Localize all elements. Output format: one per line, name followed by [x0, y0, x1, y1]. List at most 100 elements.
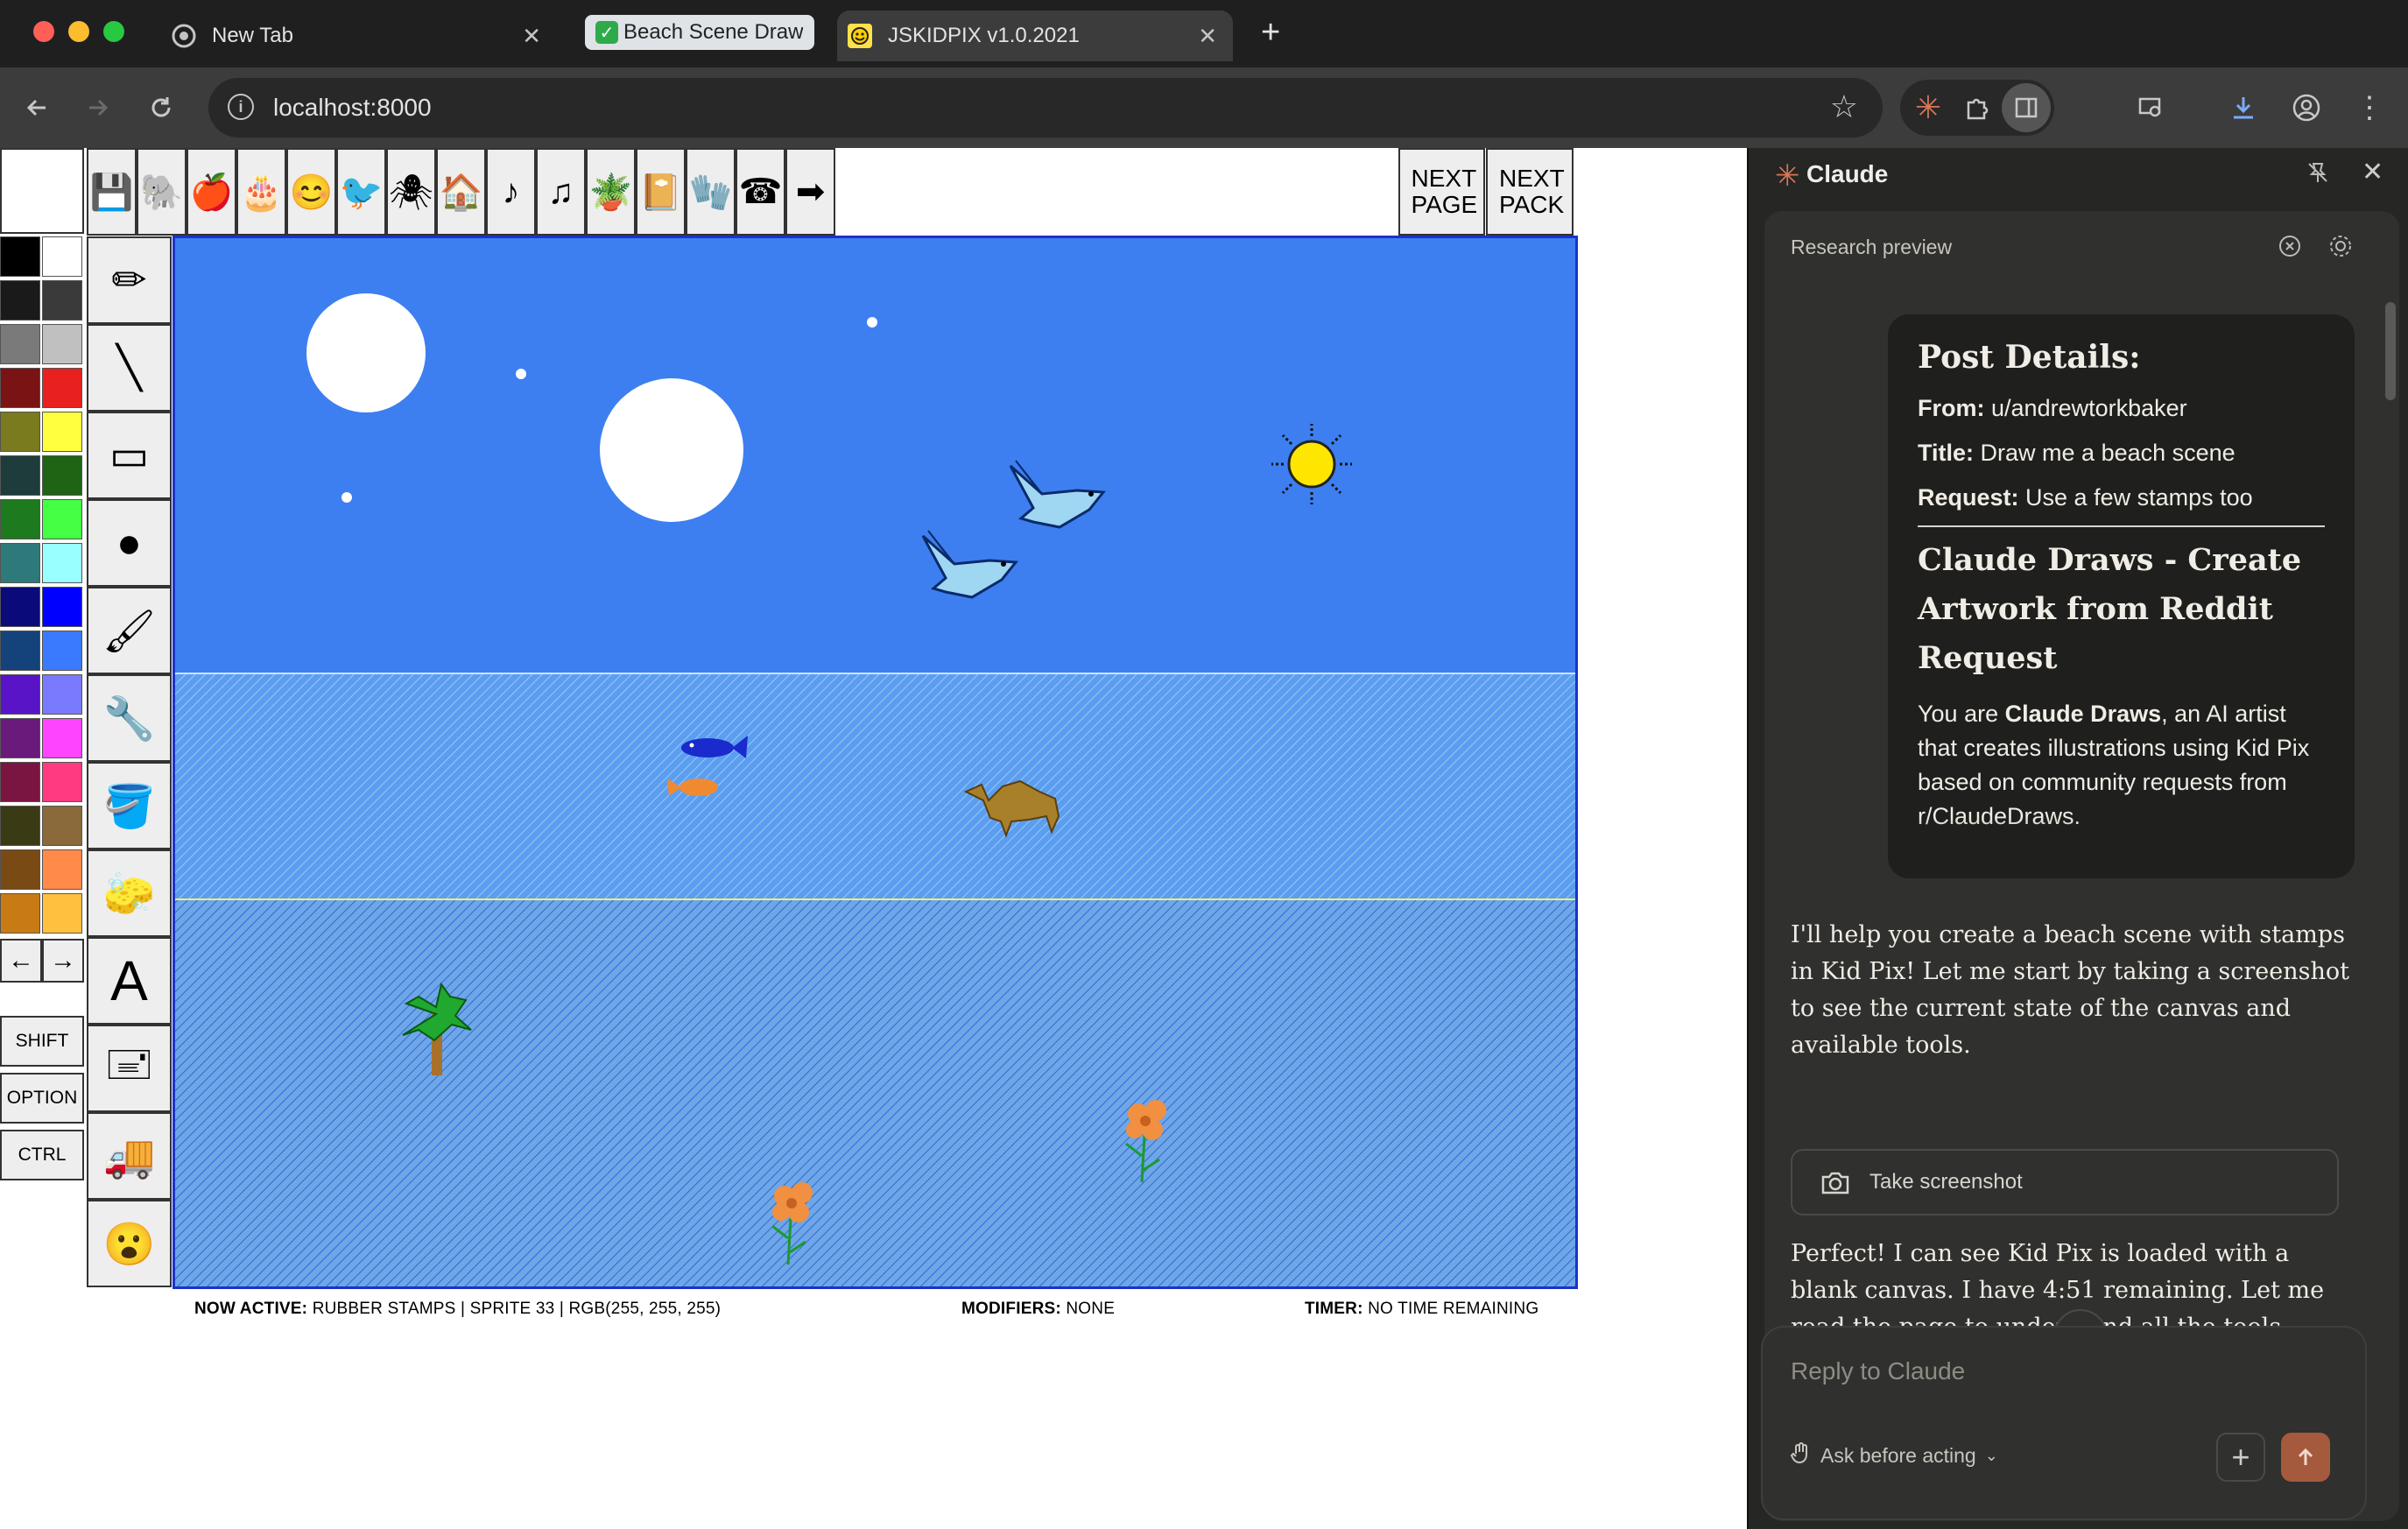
close-tab-icon[interactable]: ✕: [1198, 23, 1217, 50]
color-swatch[interactable]: [42, 543, 82, 583]
puzzle-extensions-icon[interactable]: [1953, 83, 2002, 132]
bookmark-star-icon[interactable]: ☆: [1830, 88, 1858, 125]
reply-input[interactable]: Reply to Claude: [1791, 1357, 1965, 1385]
color-swatch[interactable]: [42, 236, 82, 277]
color-swatch[interactable]: [0, 543, 40, 583]
color-swatch[interactable]: [0, 849, 40, 890]
color-swatch[interactable]: [42, 674, 82, 715]
add-attachment-button[interactable]: +: [2216, 1433, 2265, 1482]
double-note-icon[interactable]: ♫: [536, 148, 586, 236]
drawing-canvas[interactable]: [173, 236, 1578, 1289]
close-window-button[interactable]: [33, 21, 54, 42]
color-swatch[interactable]: [0, 587, 40, 627]
site-info-icon[interactable]: i: [228, 94, 254, 120]
line-tool-icon[interactable]: ╲: [87, 324, 172, 412]
wacky-brush-icon[interactable]: 🔧: [87, 674, 172, 762]
palette-next-arrow[interactable]: →: [42, 939, 84, 983]
color-swatch[interactable]: [0, 499, 40, 539]
pencil-tool-icon[interactable]: ✏: [87, 236, 172, 324]
mitten-icon[interactable]: 🧤: [686, 148, 736, 236]
color-swatch[interactable]: [0, 631, 40, 671]
color-swatch[interactable]: [0, 718, 40, 758]
plant-icon[interactable]: 🪴: [586, 148, 636, 236]
rectangle-tool-icon[interactable]: ▭: [87, 412, 172, 499]
color-swatch[interactable]: [42, 893, 82, 934]
download-icon[interactable]: [2219, 83, 2268, 132]
undo-face-icon[interactable]: 😮: [87, 1200, 172, 1287]
arrow-icon[interactable]: ➡: [785, 148, 835, 236]
color-swatch[interactable]: [42, 499, 82, 539]
forward-arrow-icon[interactable]: [77, 87, 119, 129]
paint-bucket-icon[interactable]: 🪣: [87, 762, 172, 849]
settings-gear-icon[interactable]: [2328, 234, 2353, 263]
shift-button[interactable]: SHIFT: [0, 1016, 84, 1067]
claude-extension-icon[interactable]: ✳: [1904, 83, 1953, 132]
new-tab-button[interactable]: +: [1261, 14, 1280, 52]
color-swatch[interactable]: [42, 718, 82, 758]
smiley-icon[interactable]: 😊: [286, 148, 336, 236]
palette-prev-arrow[interactable]: ←: [0, 939, 42, 983]
close-tab-icon[interactable]: ✕: [522, 23, 541, 50]
profile-icon[interactable]: [2282, 83, 2331, 132]
elephant-icon[interactable]: 🐘: [137, 148, 187, 236]
take-screenshot-step[interactable]: Take screenshot: [1791, 1149, 2339, 1215]
chat-scrollbar[interactable]: [2385, 302, 2396, 400]
color-swatch[interactable]: [0, 674, 40, 715]
truck-icon[interactable]: 🚚: [87, 1112, 172, 1200]
bug-icon[interactable]: 🕷: [386, 148, 436, 236]
color-swatch[interactable]: [0, 236, 40, 277]
color-swatch[interactable]: [42, 849, 82, 890]
close-panel-icon[interactable]: ✕: [2362, 157, 2383, 187]
color-swatch[interactable]: [42, 587, 82, 627]
color-swatch[interactable]: [0, 455, 40, 496]
color-swatch[interactable]: [0, 806, 40, 846]
color-swatch[interactable]: [0, 368, 40, 408]
color-swatch[interactable]: [42, 280, 82, 321]
ctrl-button[interactable]: CTRL: [0, 1130, 84, 1180]
color-swatch[interactable]: [0, 762, 40, 802]
history-icon[interactable]: [2278, 234, 2302, 263]
tab-jskidpix[interactable]: JSKIDPIX v1.0.2021 ✕: [837, 11, 1233, 61]
save-icon[interactable]: 💾: [87, 148, 137, 236]
next-pack-button[interactable]: NEXT PACK: [1486, 148, 1574, 236]
telephone-icon[interactable]: ☎: [736, 148, 785, 236]
side-panel-icon[interactable]: [2002, 83, 2051, 132]
bird-icon[interactable]: 🐦: [336, 148, 386, 236]
color-swatch[interactable]: [42, 324, 82, 364]
tab-new-tab[interactable]: New Tab ✕: [172, 11, 557, 61]
reload-icon[interactable]: [140, 87, 182, 129]
house-icon[interactable]: 🏠: [436, 148, 486, 236]
back-arrow-icon[interactable]: [16, 87, 58, 129]
zoom-window-button[interactable]: [103, 21, 124, 42]
address-bar[interactable]: i localhost:8000 ☆: [208, 78, 1883, 137]
color-swatch[interactable]: [0, 412, 40, 452]
color-swatch[interactable]: [42, 412, 82, 452]
text-tool-icon[interactable]: A: [87, 937, 172, 1025]
menu-kebab-icon[interactable]: ⋮: [2345, 83, 2394, 132]
tab-beach-scene[interactable]: ✓ Beach Scene Draw: [585, 15, 814, 50]
apple-icon[interactable]: 🍎: [187, 148, 236, 236]
color-swatch[interactable]: [0, 893, 40, 934]
color-swatch[interactable]: [42, 762, 82, 802]
option-button[interactable]: OPTION: [0, 1073, 84, 1124]
unpin-icon[interactable]: [2306, 160, 2330, 191]
color-swatch[interactable]: [42, 368, 82, 408]
book-icon[interactable]: 📔: [636, 148, 686, 236]
stamp-tool-icon[interactable]: 🖃: [87, 1025, 172, 1112]
cast-search-icon[interactable]: [2126, 83, 2175, 132]
send-button[interactable]: [2281, 1433, 2330, 1482]
ask-mode-dropdown[interactable]: Ask before acting ⌄: [1789, 1441, 1998, 1469]
color-swatch[interactable]: [42, 455, 82, 496]
color-swatch[interactable]: [0, 280, 40, 321]
tab-label: JSKIDPIX v1.0.2021: [888, 24, 1080, 47]
brush-tool-icon[interactable]: 🖌: [87, 587, 172, 674]
minimize-window-button[interactable]: [68, 21, 89, 42]
circle-tool-icon[interactable]: ●: [87, 499, 172, 587]
color-swatch[interactable]: [42, 631, 82, 671]
note-icon[interactable]: ♪: [486, 148, 536, 236]
next-page-button[interactable]: NEXT PAGE: [1398, 148, 1485, 236]
eraser-icon[interactable]: 🧽: [87, 849, 172, 937]
color-swatch[interactable]: [0, 324, 40, 364]
cake-icon[interactable]: 🎂: [236, 148, 286, 236]
color-swatch[interactable]: [42, 806, 82, 846]
